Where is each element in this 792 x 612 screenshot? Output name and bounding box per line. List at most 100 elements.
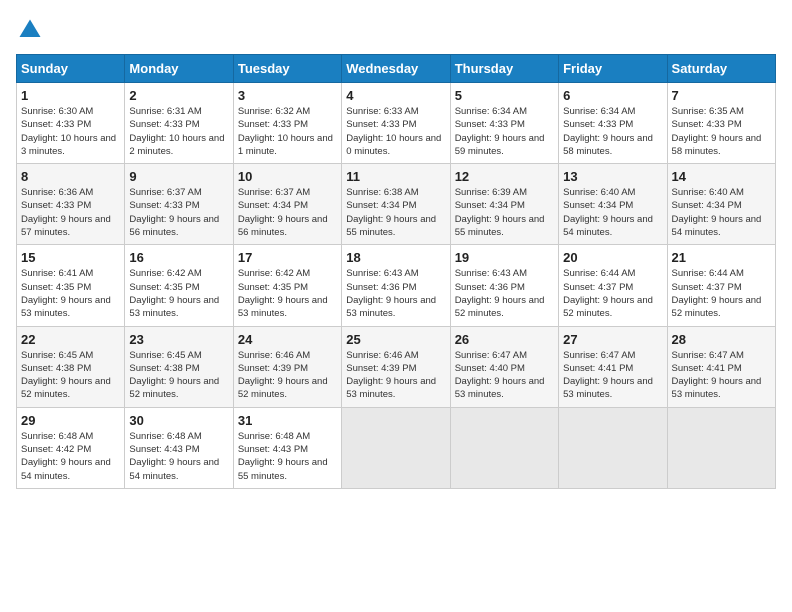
logo-icon <box>16 16 44 44</box>
day-info: Sunrise: 6:43 AM Sunset: 4:36 PM Dayligh… <box>346 267 445 320</box>
day-info: Sunrise: 6:43 AM Sunset: 4:36 PM Dayligh… <box>455 267 554 320</box>
day-number: 2 <box>129 88 228 103</box>
day-info: Sunrise: 6:45 AM Sunset: 4:38 PM Dayligh… <box>21 349 120 402</box>
day-info: Sunrise: 6:48 AM Sunset: 4:43 PM Dayligh… <box>238 430 337 483</box>
day-number: 9 <box>129 169 228 184</box>
day-info: Sunrise: 6:40 AM Sunset: 4:34 PM Dayligh… <box>563 186 662 239</box>
calendar-cell: 1 Sunrise: 6:30 AM Sunset: 4:33 PM Dayli… <box>17 83 125 164</box>
calendar-cell: 12 Sunrise: 6:39 AM Sunset: 4:34 PM Dayl… <box>450 164 558 245</box>
calendar-cell <box>559 407 667 488</box>
day-number: 14 <box>672 169 771 184</box>
day-number: 17 <box>238 250 337 265</box>
day-number: 11 <box>346 169 445 184</box>
calendar-cell: 15 Sunrise: 6:41 AM Sunset: 4:35 PM Dayl… <box>17 245 125 326</box>
calendar-cell: 22 Sunrise: 6:45 AM Sunset: 4:38 PM Dayl… <box>17 326 125 407</box>
calendar-week-4: 22 Sunrise: 6:45 AM Sunset: 4:38 PM Dayl… <box>17 326 776 407</box>
day-info: Sunrise: 6:48 AM Sunset: 4:42 PM Dayligh… <box>21 430 120 483</box>
calendar-cell: 7 Sunrise: 6:35 AM Sunset: 4:33 PM Dayli… <box>667 83 775 164</box>
calendar-cell: 18 Sunrise: 6:43 AM Sunset: 4:36 PM Dayl… <box>342 245 450 326</box>
calendar-cell: 13 Sunrise: 6:40 AM Sunset: 4:34 PM Dayl… <box>559 164 667 245</box>
day-info: Sunrise: 6:30 AM Sunset: 4:33 PM Dayligh… <box>21 105 120 158</box>
day-number: 27 <box>563 332 662 347</box>
column-header-saturday: Saturday <box>667 55 775 83</box>
calendar-cell: 30 Sunrise: 6:48 AM Sunset: 4:43 PM Dayl… <box>125 407 233 488</box>
day-info: Sunrise: 6:41 AM Sunset: 4:35 PM Dayligh… <box>21 267 120 320</box>
day-number: 16 <box>129 250 228 265</box>
day-info: Sunrise: 6:44 AM Sunset: 4:37 PM Dayligh… <box>672 267 771 320</box>
day-info: Sunrise: 6:35 AM Sunset: 4:33 PM Dayligh… <box>672 105 771 158</box>
calendar-header-row: SundayMondayTuesdayWednesdayThursdayFrid… <box>17 55 776 83</box>
day-info: Sunrise: 6:38 AM Sunset: 4:34 PM Dayligh… <box>346 186 445 239</box>
day-number: 3 <box>238 88 337 103</box>
calendar-table: SundayMondayTuesdayWednesdayThursdayFrid… <box>16 54 776 489</box>
day-number: 15 <box>21 250 120 265</box>
calendar-cell <box>667 407 775 488</box>
day-number: 10 <box>238 169 337 184</box>
day-info: Sunrise: 6:47 AM Sunset: 4:41 PM Dayligh… <box>672 349 771 402</box>
calendar-cell: 21 Sunrise: 6:44 AM Sunset: 4:37 PM Dayl… <box>667 245 775 326</box>
logo <box>16 16 48 44</box>
calendar-cell: 14 Sunrise: 6:40 AM Sunset: 4:34 PM Dayl… <box>667 164 775 245</box>
calendar-cell <box>450 407 558 488</box>
calendar-cell: 31 Sunrise: 6:48 AM Sunset: 4:43 PM Dayl… <box>233 407 341 488</box>
calendar-cell: 5 Sunrise: 6:34 AM Sunset: 4:33 PM Dayli… <box>450 83 558 164</box>
day-number: 4 <box>346 88 445 103</box>
day-number: 26 <box>455 332 554 347</box>
day-info: Sunrise: 6:44 AM Sunset: 4:37 PM Dayligh… <box>563 267 662 320</box>
page-header <box>16 16 776 44</box>
day-number: 6 <box>563 88 662 103</box>
day-info: Sunrise: 6:46 AM Sunset: 4:39 PM Dayligh… <box>238 349 337 402</box>
calendar-cell: 10 Sunrise: 6:37 AM Sunset: 4:34 PM Dayl… <box>233 164 341 245</box>
day-number: 8 <box>21 169 120 184</box>
day-info: Sunrise: 6:42 AM Sunset: 4:35 PM Dayligh… <box>129 267 228 320</box>
calendar-cell: 17 Sunrise: 6:42 AM Sunset: 4:35 PM Dayl… <box>233 245 341 326</box>
calendar-cell: 29 Sunrise: 6:48 AM Sunset: 4:42 PM Dayl… <box>17 407 125 488</box>
day-number: 29 <box>21 413 120 428</box>
calendar-cell: 26 Sunrise: 6:47 AM Sunset: 4:40 PM Dayl… <box>450 326 558 407</box>
day-number: 1 <box>21 88 120 103</box>
calendar-week-2: 8 Sunrise: 6:36 AM Sunset: 4:33 PM Dayli… <box>17 164 776 245</box>
day-number: 22 <box>21 332 120 347</box>
calendar-week-1: 1 Sunrise: 6:30 AM Sunset: 4:33 PM Dayli… <box>17 83 776 164</box>
column-header-wednesday: Wednesday <box>342 55 450 83</box>
calendar-cell: 24 Sunrise: 6:46 AM Sunset: 4:39 PM Dayl… <box>233 326 341 407</box>
calendar-cell: 28 Sunrise: 6:47 AM Sunset: 4:41 PM Dayl… <box>667 326 775 407</box>
column-header-sunday: Sunday <box>17 55 125 83</box>
calendar-cell: 2 Sunrise: 6:31 AM Sunset: 4:33 PM Dayli… <box>125 83 233 164</box>
calendar-week-3: 15 Sunrise: 6:41 AM Sunset: 4:35 PM Dayl… <box>17 245 776 326</box>
day-number: 25 <box>346 332 445 347</box>
calendar-cell: 25 Sunrise: 6:46 AM Sunset: 4:39 PM Dayl… <box>342 326 450 407</box>
day-number: 20 <box>563 250 662 265</box>
day-number: 19 <box>455 250 554 265</box>
calendar-cell: 23 Sunrise: 6:45 AM Sunset: 4:38 PM Dayl… <box>125 326 233 407</box>
day-info: Sunrise: 6:47 AM Sunset: 4:41 PM Dayligh… <box>563 349 662 402</box>
column-header-friday: Friday <box>559 55 667 83</box>
day-number: 23 <box>129 332 228 347</box>
calendar-cell: 16 Sunrise: 6:42 AM Sunset: 4:35 PM Dayl… <box>125 245 233 326</box>
calendar-cell: 6 Sunrise: 6:34 AM Sunset: 4:33 PM Dayli… <box>559 83 667 164</box>
day-number: 13 <box>563 169 662 184</box>
calendar-week-5: 29 Sunrise: 6:48 AM Sunset: 4:42 PM Dayl… <box>17 407 776 488</box>
day-info: Sunrise: 6:33 AM Sunset: 4:33 PM Dayligh… <box>346 105 445 158</box>
day-number: 28 <box>672 332 771 347</box>
day-number: 7 <box>672 88 771 103</box>
day-info: Sunrise: 6:39 AM Sunset: 4:34 PM Dayligh… <box>455 186 554 239</box>
calendar-cell: 27 Sunrise: 6:47 AM Sunset: 4:41 PM Dayl… <box>559 326 667 407</box>
day-number: 31 <box>238 413 337 428</box>
day-info: Sunrise: 6:45 AM Sunset: 4:38 PM Dayligh… <box>129 349 228 402</box>
day-info: Sunrise: 6:36 AM Sunset: 4:33 PM Dayligh… <box>21 186 120 239</box>
day-info: Sunrise: 6:34 AM Sunset: 4:33 PM Dayligh… <box>455 105 554 158</box>
day-info: Sunrise: 6:47 AM Sunset: 4:40 PM Dayligh… <box>455 349 554 402</box>
day-number: 5 <box>455 88 554 103</box>
calendar-cell: 4 Sunrise: 6:33 AM Sunset: 4:33 PM Dayli… <box>342 83 450 164</box>
day-info: Sunrise: 6:34 AM Sunset: 4:33 PM Dayligh… <box>563 105 662 158</box>
day-number: 30 <box>129 413 228 428</box>
day-info: Sunrise: 6:42 AM Sunset: 4:35 PM Dayligh… <box>238 267 337 320</box>
day-info: Sunrise: 6:40 AM Sunset: 4:34 PM Dayligh… <box>672 186 771 239</box>
day-info: Sunrise: 6:32 AM Sunset: 4:33 PM Dayligh… <box>238 105 337 158</box>
calendar-cell <box>342 407 450 488</box>
day-number: 24 <box>238 332 337 347</box>
calendar-cell: 9 Sunrise: 6:37 AM Sunset: 4:33 PM Dayli… <box>125 164 233 245</box>
day-info: Sunrise: 6:37 AM Sunset: 4:34 PM Dayligh… <box>238 186 337 239</box>
column-header-thursday: Thursday <box>450 55 558 83</box>
